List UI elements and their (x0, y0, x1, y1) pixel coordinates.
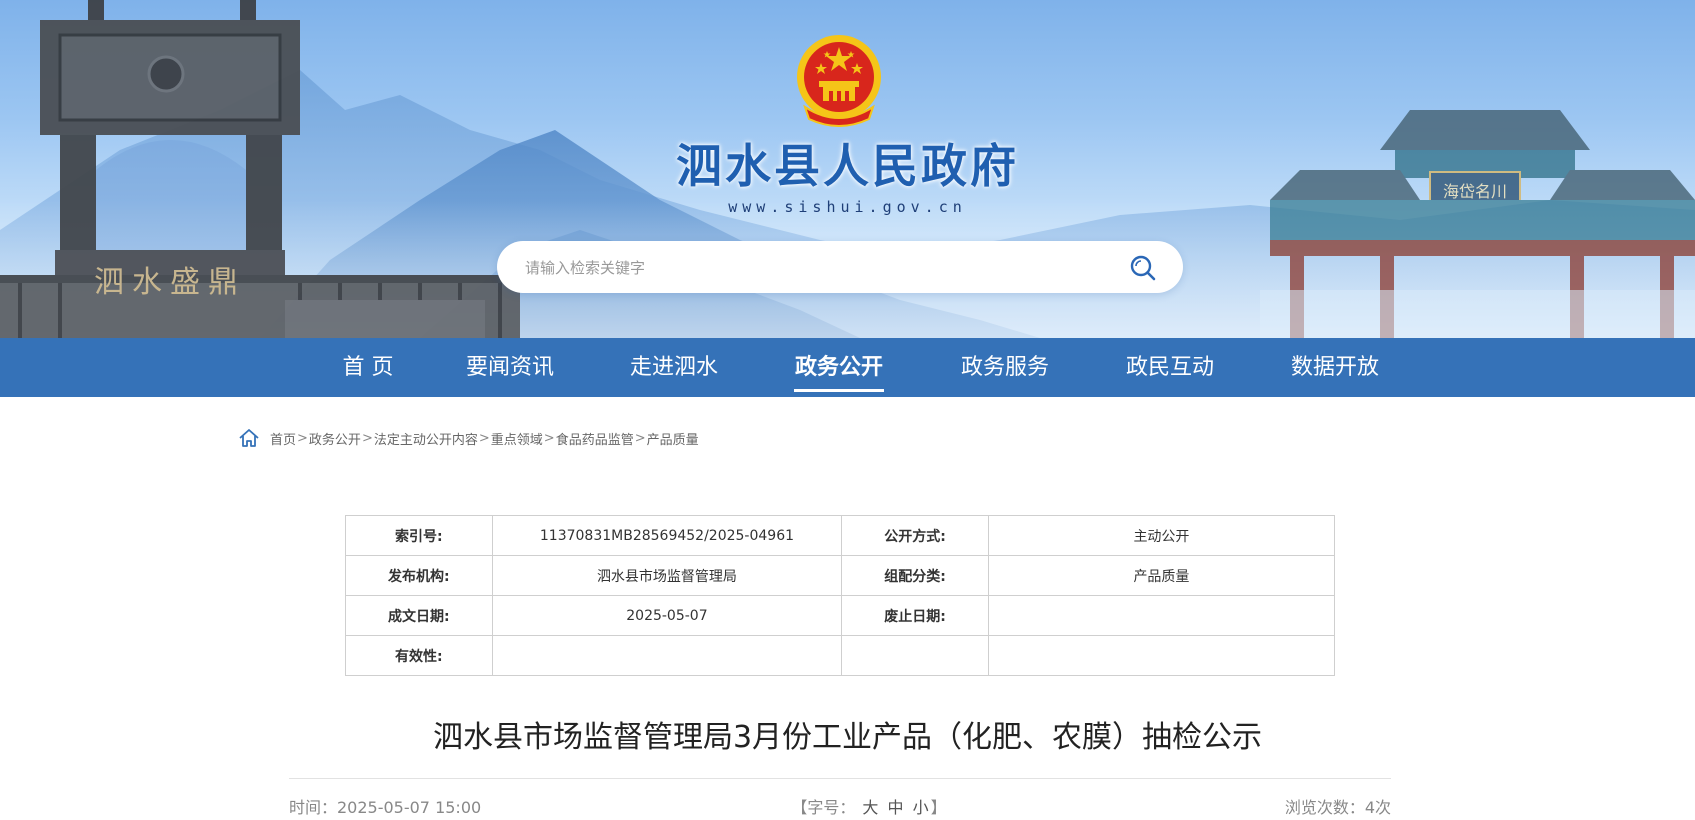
breadcrumb: 首页 > 政务公开 > 法定主动公开内容 > 重点领域 > 食品药品监管 > 产… (238, 426, 699, 450)
search-input[interactable] (523, 241, 1087, 295)
nav-item-open-data[interactable]: 数据开放 (1290, 338, 1380, 397)
breadcrumb-separator: > (297, 430, 308, 446)
national-emblem-icon (797, 35, 881, 127)
site-url: www.sishui.gov.cn (728, 198, 967, 216)
disclosure-label: 公开方式: (841, 515, 989, 556)
font-size-bracket: 】 (930, 798, 947, 817)
breadcrumb-link-government-affairs[interactable]: 政务公开 (309, 429, 361, 448)
search-icon[interactable] (1129, 254, 1157, 282)
created-date-label: 成文日期: (345, 595, 493, 636)
breadcrumb-link-statutory-disclosure[interactable]: 法定主动公开内容 (374, 429, 478, 448)
view-count: 浏览次数：4次 (1284, 798, 1391, 817)
main-nav: 首 页 要闻资讯 走进泗水 政务公开 政务服务 政民互动 数据开放 (0, 338, 1695, 397)
monument-inscription: 泗水盛鼎 (94, 265, 246, 300)
category-value: 产品质量 (987, 555, 1336, 596)
empty-cell (841, 635, 989, 676)
expiry-date-value (987, 595, 1336, 636)
nav-item-government-affairs[interactable]: 政务公开 (794, 338, 884, 397)
nav-item-about-sishui[interactable]: 走进泗水 (629, 338, 719, 397)
table-row: 索引号: 11370831MB28569452/2025-04961 公开方式:… (345, 515, 1336, 556)
created-date-value: 2025-05-07 (491, 595, 843, 636)
table-row: 成文日期: 2025-05-07 废止日期: (345, 595, 1336, 636)
table-row: 有效性: (345, 635, 1336, 676)
category-label: 组配分类: (841, 555, 989, 596)
font-size-control: 【字号： 大 中 小】 (769, 794, 969, 818)
disclosure-value: 主动公开 (987, 515, 1336, 556)
validity-value (491, 635, 843, 676)
home-icon[interactable] (238, 427, 260, 449)
validity-label: 有效性: (345, 635, 493, 676)
breadcrumb-separator: > (634, 430, 646, 446)
font-size-label: 【字号： (791, 798, 856, 817)
index-no-label: 索引号: (345, 515, 493, 556)
nav-item-government-services[interactable]: 政务服务 (960, 338, 1050, 397)
breadcrumb-separator: > (478, 430, 490, 446)
font-size-large-button[interactable]: 大 (862, 798, 878, 817)
article-title: 泗水县市场监督管理局3月份工业产品（化肥、农膜）抽检公示 (432, 720, 1263, 755)
breadcrumb-link-key-areas[interactable]: 重点领域 (491, 429, 543, 448)
site-title: 泗水县人民政府 (676, 139, 1019, 193)
nav-item-home[interactable]: 首 页 (318, 338, 418, 397)
publisher-label: 发布机构: (345, 555, 493, 596)
expiry-date-label: 废止日期: (841, 595, 989, 636)
document-meta-table: 索引号: 11370831MB28569452/2025-04961 公开方式:… (345, 515, 1336, 676)
divider (289, 778, 1391, 779)
index-no-value: 11370831MB28569452/2025-04961 (491, 515, 843, 556)
empty-cell (987, 635, 1336, 676)
breadcrumb-separator: > (361, 430, 373, 446)
table-row: 发布机构: 泗水县市场监督管理局 组配分类: 产品质量 (345, 555, 1336, 596)
breadcrumb-separator: > (543, 430, 555, 446)
article-info-bar: 时间：2025-05-07 15:00 【字号： 大 中 小】 浏览次数：4次 (289, 794, 1391, 818)
breadcrumb-link-home[interactable]: 首页 (270, 429, 296, 448)
font-size-medium-button[interactable]: 中 (888, 798, 904, 817)
search-bar (497, 241, 1183, 295)
font-size-small-button[interactable]: 小 (913, 798, 929, 817)
header-banner: 泗水盛鼎 海岱名川 泗水县人民政府 www.sishui.gov.cn 请输入检… (0, 0, 1695, 338)
publisher-value: 泗水县市场监督管理局 (491, 555, 843, 596)
nav-item-news[interactable]: 要闻资讯 (465, 338, 555, 397)
publish-time: 时间：2025-05-07 15:00 (289, 798, 482, 817)
breadcrumb-link-product-quality[interactable]: 产品质量 (647, 429, 699, 448)
nav-item-interaction[interactable]: 政民互动 (1125, 338, 1215, 397)
breadcrumb-link-food-drug-supervision[interactable]: 食品药品监管 (556, 429, 634, 448)
